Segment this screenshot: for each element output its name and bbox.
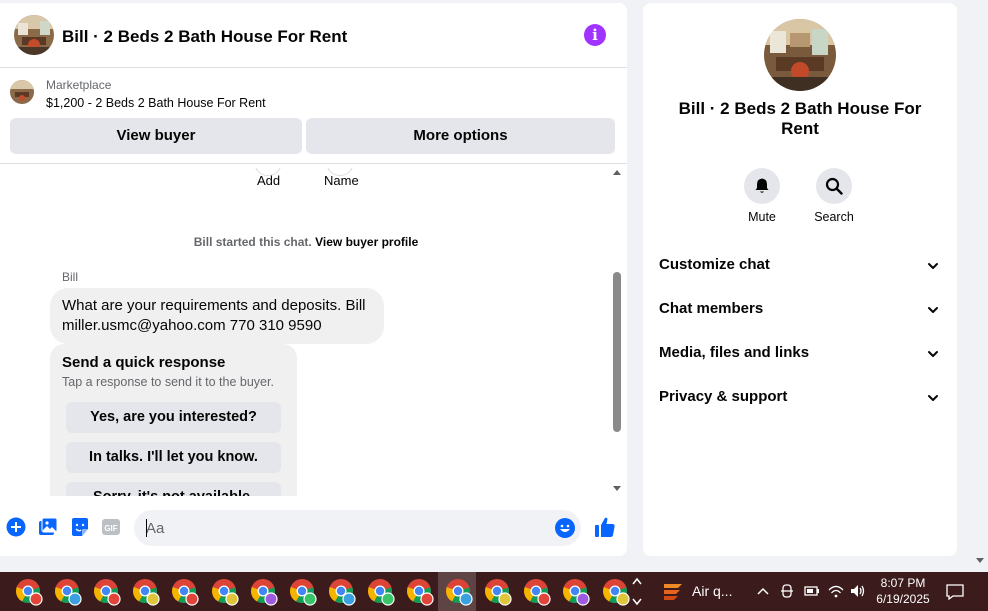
gif-label: GIF: [104, 524, 117, 533]
chrome-taskbar-icon[interactable]: [445, 578, 473, 606]
chrome-taskbar-icon[interactable]: [132, 578, 160, 606]
listing-thumbnail[interactable]: [10, 80, 34, 104]
chrome-taskbar-icon[interactable]: [15, 578, 43, 606]
system-message: Bill started this chat. View buyer profi…: [0, 235, 612, 249]
plus-icon[interactable]: [6, 517, 26, 537]
scroll-thumb[interactable]: [613, 272, 621, 432]
more-options-button[interactable]: More options: [306, 118, 615, 154]
clock-time: 8:07 PM: [880, 576, 926, 590]
message-list: Add Name Bill started this chat. View bu…: [0, 168, 612, 496]
chevron-up-icon[interactable]: [756, 582, 770, 600]
bell-icon: [755, 178, 769, 193]
add-label[interactable]: Add: [257, 173, 280, 188]
message-input[interactable]: [134, 510, 581, 546]
section-privacy-support[interactable]: Privacy & support: [659, 388, 943, 412]
mute-action[interactable]: Mute: [732, 168, 792, 224]
quick-response-card: Send a quick response Tap a response to …: [50, 344, 297, 496]
wifi-icon[interactable]: [827, 582, 845, 600]
composer: GIF: [0, 503, 627, 556]
chrome-taskbar-icon[interactable]: [54, 578, 82, 606]
chrome-taskbar-icon[interactable]: [250, 578, 278, 606]
air-quality-label[interactable]: Air q...: [692, 583, 732, 599]
system-text: Bill started this chat.: [193, 235, 312, 249]
chrome-taskbar-icon[interactable]: [93, 578, 121, 606]
quick-response-button[interactable]: Sorry, it's not available.: [66, 482, 281, 496]
chrome-taskbar-icon[interactable]: [289, 578, 317, 606]
section-customize-chat[interactable]: Customize chat: [659, 256, 943, 280]
chevron-down-icon: [928, 307, 938, 313]
notification-icon[interactable]: [945, 582, 965, 602]
meet-now-icon[interactable]: [779, 582, 795, 600]
section-media-files-links[interactable]: Media, files and links: [659, 344, 943, 368]
taskbar: Air q... 8:07 PM 6/19/2025: [0, 572, 988, 611]
sticker-icon[interactable]: [70, 517, 90, 537]
section-label: Media, files and links: [659, 344, 810, 361]
like-thumb-icon[interactable]: [594, 516, 616, 538]
mute-button[interactable]: [744, 168, 780, 204]
chrome-taskbar-icon[interactable]: [367, 578, 395, 606]
quick-response-subtitle: Tap a response to send it to the buyer.: [62, 375, 274, 389]
chrome-taskbar-icon[interactable]: [602, 578, 630, 606]
scroll-down-arrow[interactable]: [613, 486, 621, 491]
conversation-title: Bill · 2 Beds 2 Bath House For Rent: [678, 99, 922, 138]
text-caret: [146, 519, 147, 537]
chat-header: Bill · 2 Beds 2 Bath House For Rent i: [0, 3, 627, 68]
photo-icon[interactable]: [38, 517, 58, 537]
info-icon[interactable]: i: [584, 24, 606, 46]
quick-response-title: Send a quick response: [62, 354, 226, 371]
marketplace-bar: Marketplace $1,200 - 2 Beds 2 Bath House…: [0, 68, 627, 164]
message-scrollbar[interactable]: [612, 168, 622, 496]
conversation-avatar[interactable]: [764, 19, 836, 91]
search-icon: [825, 177, 843, 195]
chevron-down-icon: [928, 351, 938, 357]
section-label: Customize chat: [659, 256, 770, 273]
scroll-up-arrow[interactable]: [613, 170, 621, 175]
chrome-taskbar-icon[interactable]: [523, 578, 551, 606]
quick-response-button[interactable]: In talks. I'll let you know.: [66, 442, 281, 473]
view-buyer-button[interactable]: View buyer: [10, 118, 302, 154]
search-button[interactable]: [816, 168, 852, 204]
chrome-taskbar-icon[interactable]: [328, 578, 356, 606]
marketplace-label: Marketplace: [46, 78, 112, 92]
quick-response-button[interactable]: Yes, are you interested?: [66, 402, 281, 433]
gif-icon[interactable]: GIF: [101, 517, 121, 537]
chat-panel: Bill · 2 Beds 2 Bath House For Rent i Ma…: [0, 3, 627, 556]
chrome-taskbar-icon[interactable]: [211, 578, 239, 606]
clock-date: 6/19/2025: [876, 592, 930, 606]
conversation-info-panel: Bill · 2 Beds 2 Bath House For Rent Mute…: [643, 3, 957, 556]
chrome-taskbar-icon[interactable]: [406, 578, 434, 606]
chevron-down-icon: [928, 395, 938, 401]
chat-title[interactable]: Bill · 2 Beds 2 Bath House For Rent: [62, 27, 347, 47]
page-scroll-down-arrow[interactable]: [976, 558, 984, 563]
sender-name: Bill: [62, 270, 79, 284]
listing-avatar[interactable]: [14, 15, 54, 55]
section-label: Privacy & support: [659, 388, 788, 405]
chrome-taskbar-icon[interactable]: [484, 578, 512, 606]
chrome-taskbar-icon[interactable]: [562, 578, 590, 606]
search-label: Search: [814, 210, 854, 224]
mute-label: Mute: [748, 210, 776, 224]
view-buyer-profile-link[interactable]: View buyer profile: [315, 235, 418, 249]
system-clock[interactable]: 8:07 PM 6/19/2025: [862, 575, 944, 607]
section-label: Chat members: [659, 300, 764, 317]
message-bubble[interactable]: What are your requirements and deposits.…: [50, 288, 384, 344]
listing-title[interactable]: $1,200 - 2 Beds 2 Bath House For Rent: [46, 96, 266, 110]
section-chat-members[interactable]: Chat members: [659, 300, 943, 324]
name-label[interactable]: Name: [324, 173, 359, 188]
chrome-taskbar-icon[interactable]: [171, 578, 199, 606]
chevron-down-icon: [928, 263, 938, 269]
air-quality-icon[interactable]: [662, 580, 684, 604]
taskbar-scroll-arrows[interactable]: [630, 574, 644, 609]
battery-icon[interactable]: [803, 582, 821, 600]
search-action[interactable]: Search: [804, 168, 864, 224]
emoji-icon[interactable]: [555, 518, 575, 538]
